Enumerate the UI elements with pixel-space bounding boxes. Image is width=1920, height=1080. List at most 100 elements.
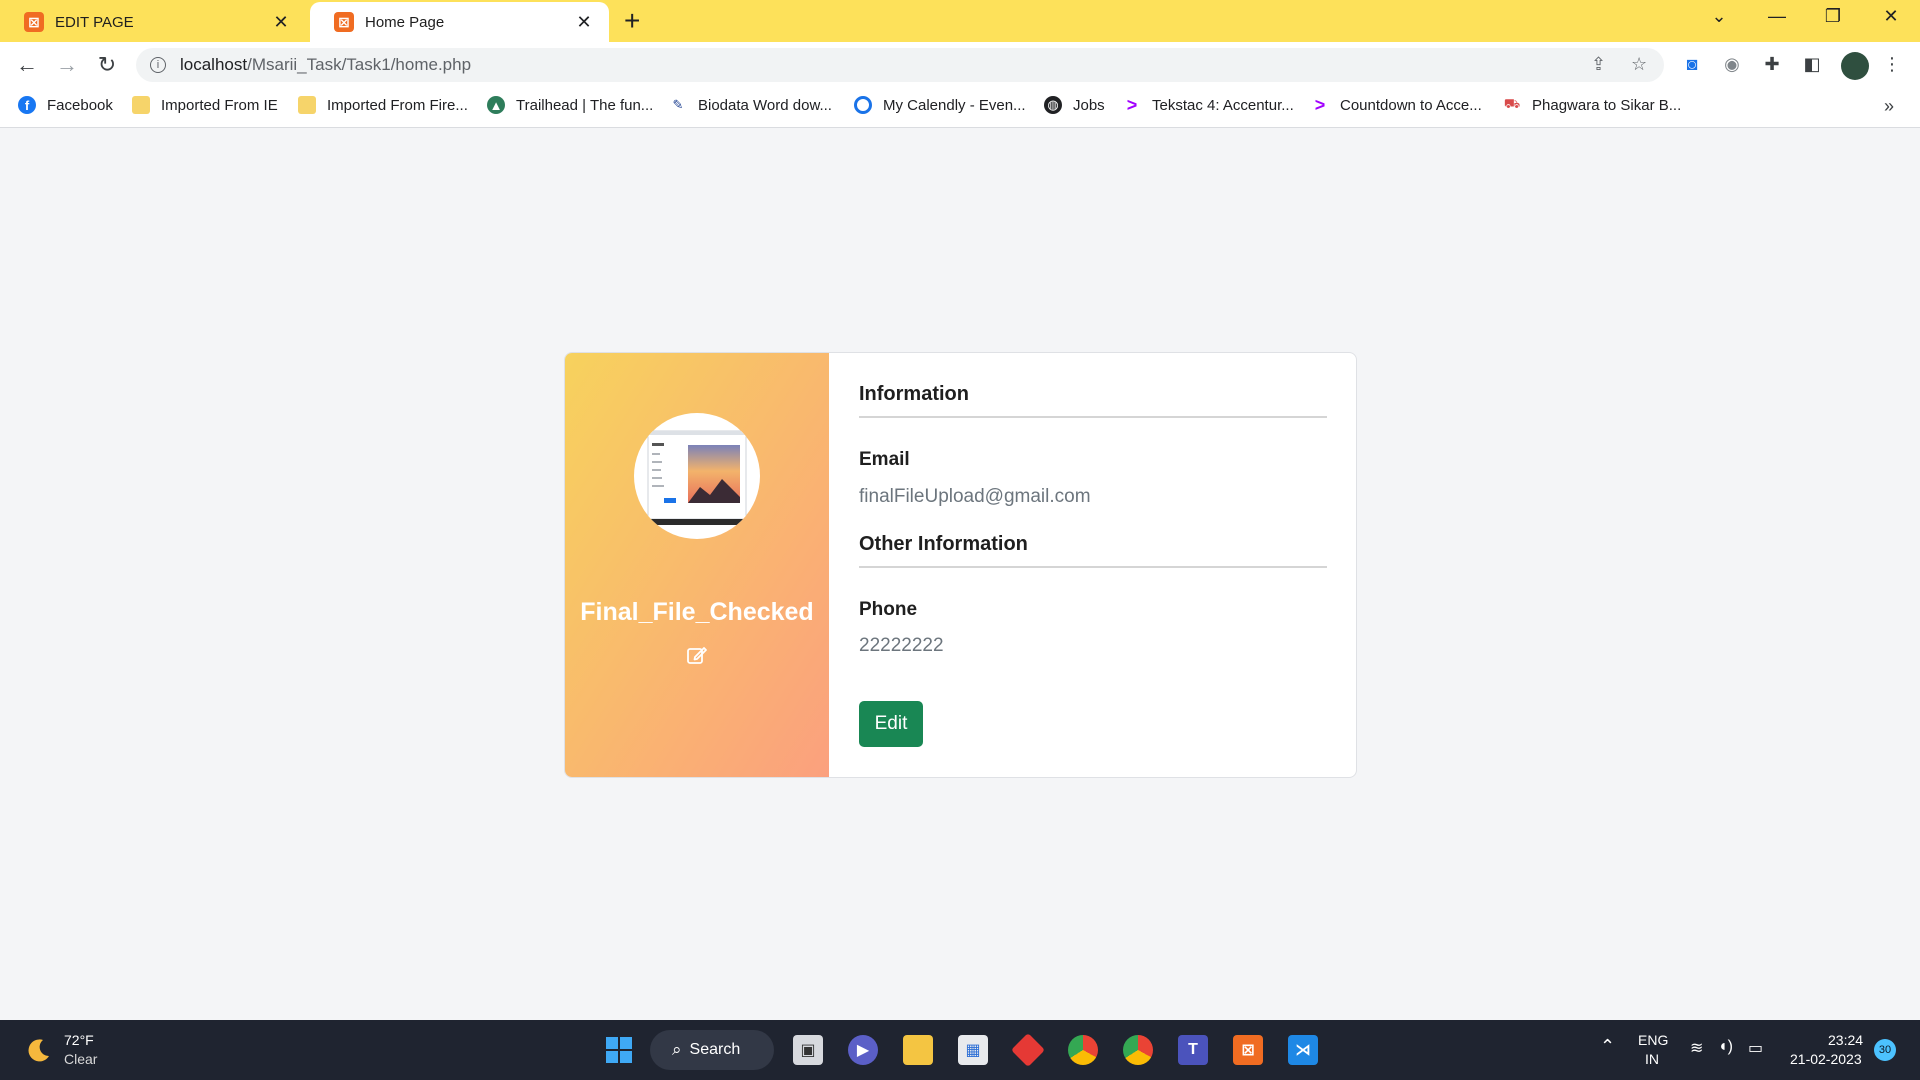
screenshot-thumbnail-icon [647, 430, 747, 525]
bookmark-label: Imported From Fire... [327, 96, 468, 114]
bookmark-imported-firefox[interactable]: Imported From Fire... [298, 96, 468, 114]
bookmark-label: Trailhead | The fun... [516, 96, 654, 114]
more-bookmarks-icon[interactable]: » [1884, 96, 1894, 117]
bookmark-label: Facebook [47, 96, 113, 114]
tab-search-chevron-icon[interactable]: ⌄ [1704, 6, 1734, 27]
camera-extension-icon[interactable]: ◉ [1720, 52, 1744, 76]
close-tab-icon[interactable]: ✕ [270, 12, 292, 33]
information-divider [859, 416, 1327, 418]
profile-card: Final_File_Checked Information Email fin… [564, 352, 1357, 778]
forward-arrow-icon[interactable]: → [52, 50, 82, 80]
bookmark-calendly[interactable]: My Calendly - Even... [854, 96, 1026, 114]
bookmark-countdown[interactable]: > Countdown to Acce... [1311, 94, 1482, 115]
other-information-heading: Other Information [859, 533, 1028, 555]
clock-date[interactable]: 21-02-2023 [1790, 1051, 1862, 1067]
battery-icon[interactable]: ▭ [1748, 1038, 1763, 1058]
language-indicator[interactable]: ENG [1638, 1032, 1668, 1048]
address-toolbar: ← → ↻ i localhost/Msarii_Task/Task1/home… [0, 42, 1920, 88]
edit-pencil-icon[interactable] [685, 643, 709, 667]
chrome-icon[interactable] [1123, 1035, 1153, 1065]
restore-icon[interactable]: ❐ [1818, 6, 1848, 27]
xampp-icon: ⊠ [24, 12, 44, 32]
clock-time[interactable]: 23:24 [1828, 1032, 1863, 1048]
weather-temperature[interactable]: 72°F [64, 1032, 94, 1048]
bookmark-jobs[interactable]: ◍ Jobs [1044, 96, 1105, 114]
chrome-profile-icon[interactable] [1068, 1035, 1098, 1065]
windows-start-icon[interactable] [604, 1035, 634, 1065]
back-arrow-icon[interactable]: ← [12, 50, 42, 80]
edit-button[interactable]: Edit [859, 701, 923, 747]
bookmark-star-icon[interactable]: ☆ [1631, 54, 1647, 75]
bookmark-facebook[interactable]: f Facebook [18, 96, 113, 114]
url-host: localhost [180, 55, 248, 74]
calendly-icon [854, 96, 872, 114]
side-panel-icon[interactable]: ◧ [1800, 52, 1824, 76]
bookmark-label: Countdown to Acce... [1340, 96, 1482, 114]
search-icon: ⌕ [672, 1040, 682, 1059]
globe-icon: ◍ [1044, 96, 1062, 114]
tab-edit-page[interactable]: ⊠ EDIT PAGE ✕ [0, 2, 306, 42]
folder-icon [298, 96, 316, 114]
taskbar-search-label: Search [689, 1041, 741, 1058]
profile-username: Final_File_Checked [580, 598, 814, 626]
xampp-icon[interactable]: ⊠ [1233, 1035, 1263, 1065]
menu-kebab-icon[interactable]: ⋮ [1880, 52, 1904, 76]
vscode-icon[interactable]: ⋊ [1288, 1035, 1318, 1065]
profile-avatar[interactable] [1841, 52, 1869, 80]
share-icon[interactable]: ⇪ [1591, 54, 1606, 75]
moon-weather-icon[interactable] [26, 1037, 52, 1063]
facebook-icon: f [18, 96, 36, 114]
close-tab-icon[interactable]: ✕ [573, 12, 595, 33]
anydesk-icon[interactable] [1011, 1033, 1045, 1067]
microsoft-store-icon[interactable]: ▦ [958, 1035, 988, 1065]
pen-icon: ✎ [672, 97, 684, 112]
address-bar[interactable]: i localhost/Msarii_Task/Task1/home.php ⇪… [136, 48, 1664, 82]
bookmark-phagwara-sikar[interactable]: ⛟ Phagwara to Sikar B... [1503, 96, 1681, 114]
new-tab-button[interactable]: + [624, 6, 640, 36]
url-path: /Msarii_Task/Task1/home.php [247, 55, 472, 74]
tab-title: Home Page [365, 13, 445, 31]
file-explorer-icon[interactable] [903, 1035, 933, 1065]
tab-title: EDIT PAGE [55, 13, 134, 31]
screen-capture-extension-icon[interactable]: ◙ [1680, 52, 1704, 76]
phone-label: Phone [859, 599, 918, 620]
windows-taskbar: 72°F Clear ⌕ Search ▣ ▶ ▦ T ⊠ ⋊ ⌃ ENG IN… [0, 1020, 1920, 1080]
extensions-puzzle-icon[interactable]: ✚ [1760, 52, 1784, 76]
region-indicator[interactable]: IN [1645, 1051, 1659, 1067]
other-information-divider [859, 566, 1327, 568]
phone-value: 22222222 [859, 635, 944, 656]
volume-icon[interactable]: ◖) [1718, 1038, 1733, 1056]
show-hidden-icons-chevron-icon[interactable]: ⌃ [1600, 1036, 1615, 1057]
bookmark-label: My Calendly - Even... [883, 96, 1026, 114]
email-label: Email [859, 449, 910, 470]
close-window-icon[interactable]: ✕ [1876, 6, 1906, 27]
accenture-icon: > [1126, 94, 1138, 115]
minimize-icon[interactable]: — [1762, 6, 1792, 27]
site-info-icon[interactable]: i [150, 57, 166, 73]
profile-avatar-image [634, 413, 760, 539]
bookmark-label: Jobs [1073, 96, 1105, 114]
chat-icon[interactable]: ▶ [848, 1035, 878, 1065]
trailhead-icon: ▲ [487, 96, 505, 114]
bookmark-imported-ie[interactable]: Imported From IE [132, 96, 278, 114]
tab-strip: ⊠ EDIT PAGE ✕ ⊠ Home Page ✕ + ⌄ — ❐ ✕ [0, 0, 1920, 42]
taskbar-search[interactable]: ⌕ Search [650, 1030, 774, 1070]
folder-icon [132, 96, 150, 114]
xampp-icon: ⊠ [334, 12, 354, 32]
profile-sidebar: Final_File_Checked [565, 353, 829, 777]
information-heading: Information [859, 383, 969, 405]
accenture-icon: > [1314, 94, 1326, 115]
bookmark-trailhead[interactable]: ▲ Trailhead | The fun... [487, 96, 653, 114]
task-view-icon[interactable]: ▣ [793, 1035, 823, 1065]
bookmark-biodata[interactable]: ✎ Biodata Word dow... [669, 96, 832, 114]
weather-description[interactable]: Clear [64, 1051, 97, 1067]
notification-badge[interactable]: 30 [1874, 1039, 1896, 1061]
reload-icon[interactable]: ↻ [92, 50, 122, 80]
teams-icon[interactable]: T [1178, 1035, 1208, 1065]
bookmark-label: Phagwara to Sikar B... [1532, 96, 1682, 114]
wifi-icon[interactable]: ≋ [1690, 1038, 1703, 1058]
bus-icon: ⛟ [1503, 96, 1521, 111]
tab-home-page[interactable]: ⊠ Home Page ✕ [310, 2, 609, 42]
bookmark-label: Imported From IE [161, 96, 278, 114]
bookmark-tekstac[interactable]: > Tekstac 4: Accentur... [1123, 94, 1294, 115]
